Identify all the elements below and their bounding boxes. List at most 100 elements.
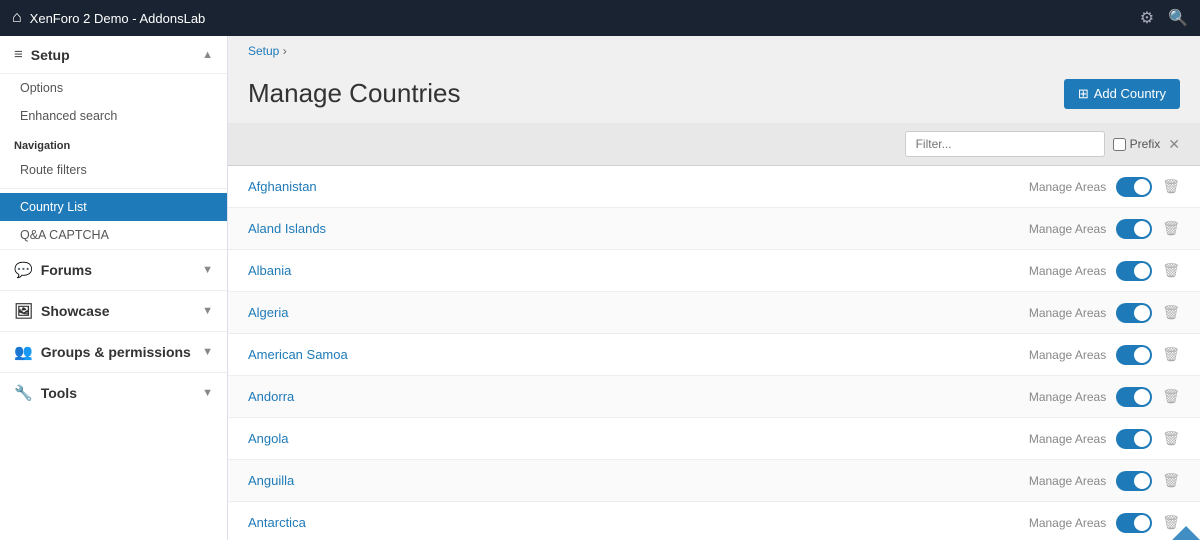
country-toggle[interactable]: [1116, 471, 1152, 491]
prefix-checkbox[interactable]: [1113, 138, 1126, 151]
breadcrumb-separator: ›: [283, 44, 287, 58]
country-name[interactable]: Andorra: [248, 389, 1029, 404]
delete-icon[interactable]: 🗑: [1162, 514, 1180, 531]
app-title: XenForo 2 Demo - AddonsLab: [30, 11, 206, 26]
country-toggle[interactable]: [1116, 387, 1152, 407]
prefix-label: Prefix: [1130, 137, 1161, 151]
country-name[interactable]: American Samoa: [248, 347, 1029, 362]
add-country-button[interactable]: ⊞ Add Country: [1064, 79, 1180, 109]
country-actions: Manage Areas 🗑: [1029, 387, 1180, 407]
sidebar: ≡ Setup ▲ Options Enhanced search Naviga…: [0, 36, 228, 540]
manage-areas-link[interactable]: Manage Areas: [1029, 264, 1106, 278]
sidebar-divider-1: [0, 188, 227, 189]
sidebar-item-enhanced-search[interactable]: Enhanced search: [0, 102, 227, 130]
showcase-chevron-icon: ▼: [202, 305, 213, 317]
delete-icon[interactable]: 🗑: [1162, 178, 1180, 195]
groups-chevron-icon: ▼: [202, 346, 213, 358]
table-row: Aland Islands Manage Areas 🗑: [228, 208, 1200, 250]
manage-areas-link[interactable]: Manage Areas: [1029, 306, 1106, 320]
sidebar-item-country-list[interactable]: Country List: [0, 193, 227, 221]
filter-close-icon[interactable]: ✕: [1168, 136, 1180, 153]
country-actions: Manage Areas 🗑: [1029, 303, 1180, 323]
groups-icon: 👥: [14, 343, 33, 361]
country-toggle[interactable]: [1116, 513, 1152, 533]
table-row: Albania Manage Areas 🗑: [228, 250, 1200, 292]
breadcrumb-setup-link[interactable]: Setup: [248, 44, 279, 58]
country-name[interactable]: Algeria: [248, 305, 1029, 320]
country-name[interactable]: Afghanistan: [248, 179, 1029, 194]
gear-icon[interactable]: ⚙: [1140, 8, 1154, 28]
table-row: Anguilla Manage Areas 🗑: [228, 460, 1200, 502]
prefix-checkbox-wrapper: Prefix: [1113, 137, 1161, 151]
country-actions: Manage Areas 🗑: [1029, 429, 1180, 449]
forums-chevron-icon: ▼: [202, 264, 213, 276]
tools-section-header[interactable]: 🔧 Tools ▼: [0, 372, 227, 413]
country-actions: Manage Areas 🗑: [1029, 261, 1180, 281]
table-row: Andorra Manage Areas 🗑: [228, 376, 1200, 418]
tools-chevron-icon: ▼: [202, 387, 213, 399]
forums-icon: 💬: [14, 261, 33, 279]
country-name[interactable]: Aland Islands: [248, 221, 1029, 236]
topbar-left: ⌂ XenForo 2 Demo - AddonsLab: [12, 9, 205, 27]
table-row: Afghanistan Manage Areas 🗑: [228, 166, 1200, 208]
delete-icon[interactable]: 🗑: [1162, 220, 1180, 237]
country-toggle[interactable]: [1116, 219, 1152, 239]
manage-areas-link[interactable]: Manage Areas: [1029, 222, 1106, 236]
setup-section-header[interactable]: ≡ Setup ▲: [0, 36, 227, 74]
search-icon[interactable]: 🔍: [1168, 8, 1188, 28]
country-toggle[interactable]: [1116, 303, 1152, 323]
country-actions: Manage Areas 🗑: [1029, 513, 1180, 533]
filter-bar: Prefix ✕: [228, 123, 1200, 166]
main-content: Setup › Manage Countries ⊞ Add Country P…: [228, 36, 1200, 540]
delete-icon[interactable]: 🗑: [1162, 304, 1180, 321]
setup-chevron-icon: ▲: [202, 49, 213, 61]
sidebar-item-options[interactable]: Options: [0, 74, 227, 102]
manage-areas-link[interactable]: Manage Areas: [1029, 516, 1106, 530]
add-button-label: Add Country: [1094, 86, 1166, 101]
country-toggle[interactable]: [1116, 261, 1152, 281]
country-actions: Manage Areas 🗑: [1029, 177, 1180, 197]
showcase-label: Showcase: [41, 303, 109, 319]
navigation-label: Navigation: [0, 130, 227, 156]
delete-icon[interactable]: 🗑: [1162, 262, 1180, 279]
showcase-icon: 🖼: [14, 302, 33, 320]
forums-label: Forums: [41, 262, 92, 278]
delete-icon[interactable]: 🗑: [1162, 388, 1180, 405]
table-row: Angola Manage Areas 🗑: [228, 418, 1200, 460]
country-name[interactable]: Albania: [248, 263, 1029, 278]
sidebar-item-route-filters[interactable]: Route filters: [0, 156, 227, 184]
home-icon[interactable]: ⌂: [12, 9, 22, 27]
main-layout: ≡ Setup ▲ Options Enhanced search Naviga…: [0, 36, 1200, 540]
manage-areas-link[interactable]: Manage Areas: [1029, 348, 1106, 362]
country-name[interactable]: Angola: [248, 431, 1029, 446]
manage-areas-link[interactable]: Manage Areas: [1029, 180, 1106, 194]
sidebar-item-qa-captcha[interactable]: Q&A CAPTCHA: [0, 221, 227, 249]
setup-label: Setup: [31, 47, 70, 63]
country-actions: Manage Areas 🗑: [1029, 219, 1180, 239]
page-title: Manage Countries: [248, 78, 460, 109]
delete-icon[interactable]: 🗑: [1162, 346, 1180, 363]
tools-label: Tools: [41, 385, 77, 401]
tools-icon: 🔧: [14, 384, 33, 402]
country-toggle[interactable]: [1116, 429, 1152, 449]
manage-areas-link[interactable]: Manage Areas: [1029, 432, 1106, 446]
manage-areas-link[interactable]: Manage Areas: [1029, 390, 1106, 404]
country-toggle[interactable]: [1116, 345, 1152, 365]
breadcrumb: Setup ›: [228, 36, 1200, 66]
delete-icon[interactable]: 🗑: [1162, 472, 1180, 489]
groups-label: Groups & permissions: [41, 344, 191, 360]
delete-icon[interactable]: 🗑: [1162, 430, 1180, 447]
groups-section-header[interactable]: 👥 Groups & permissions ▼: [0, 331, 227, 372]
country-toggle[interactable]: [1116, 177, 1152, 197]
country-name[interactable]: Antarctica: [248, 515, 1029, 530]
topbar: ⌂ XenForo 2 Demo - AddonsLab ⚙ 🔍: [0, 0, 1200, 36]
country-name[interactable]: Anguilla: [248, 473, 1029, 488]
forums-section-header[interactable]: 💬 Forums ▼: [0, 249, 227, 290]
countries-list: Afghanistan Manage Areas 🗑 Aland Islands…: [228, 166, 1200, 540]
table-row: Antarctica Manage Areas 🗑: [228, 502, 1200, 540]
content-header: Manage Countries ⊞ Add Country: [228, 66, 1200, 123]
showcase-section-header[interactable]: 🖼 Showcase ▼: [0, 290, 227, 331]
filter-input[interactable]: [905, 131, 1105, 157]
table-row: Algeria Manage Areas 🗑: [228, 292, 1200, 334]
manage-areas-link[interactable]: Manage Areas: [1029, 474, 1106, 488]
